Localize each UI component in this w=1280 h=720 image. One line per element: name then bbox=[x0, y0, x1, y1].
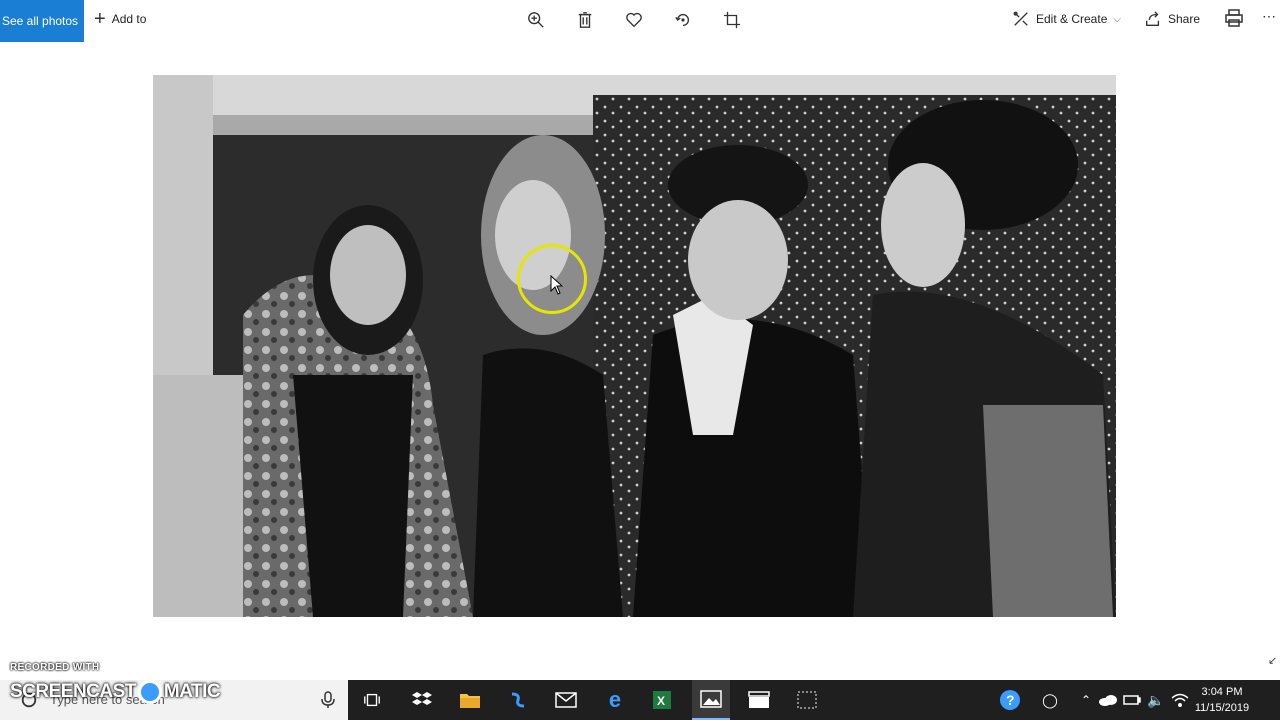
see-all-photos-button[interactable]: See all photos bbox=[0, 0, 84, 42]
rotate-icon[interactable] bbox=[671, 8, 695, 32]
people-icon[interactable]: ◯ bbox=[1038, 688, 1062, 712]
photo-canvas bbox=[153, 75, 1116, 617]
wifi-icon[interactable] bbox=[1168, 688, 1192, 712]
share-label: Share bbox=[1168, 12, 1201, 26]
svg-text:?: ? bbox=[1006, 692, 1015, 708]
share-icon bbox=[1146, 11, 1160, 26]
see-all-photos-label: See all photos bbox=[2, 14, 79, 28]
watermark-logo-icon bbox=[137, 680, 162, 704]
share-button[interactable]: Share bbox=[1144, 0, 1200, 38]
photos-app-window: See all photos + Add to Edit & Create ⌵ bbox=[0, 0, 1280, 680]
delete-icon[interactable] bbox=[573, 8, 597, 32]
dropbox-icon[interactable] bbox=[410, 688, 434, 712]
taskbar-clock[interactable]: 3:04 PM 11/15/2019 bbox=[1190, 684, 1254, 716]
edit-create-label: Edit & Create bbox=[1036, 12, 1108, 26]
photo-viewer-image bbox=[153, 75, 1116, 617]
edge-browser-icon[interactable]: e bbox=[603, 687, 627, 712]
heart-icon[interactable] bbox=[622, 8, 646, 32]
more-icon[interactable]: ⋯ bbox=[1262, 8, 1278, 30]
screencast-watermark: RECORDED WITH SCREENCAST MATIC bbox=[10, 662, 230, 710]
resize-arrow-icon: ↙ bbox=[1268, 655, 1278, 667]
task-view-icon[interactable] bbox=[360, 688, 384, 712]
volume-icon[interactable]: 🔈 bbox=[1144, 688, 1168, 712]
mail-icon[interactable] bbox=[554, 688, 578, 712]
chevron-up-icon[interactable]: ⌃ bbox=[1074, 688, 1098, 712]
zoom-in-icon[interactable] bbox=[524, 8, 548, 32]
clock-time: 3:04 PM bbox=[1201, 686, 1243, 698]
snipping-tool-icon[interactable] bbox=[795, 688, 819, 712]
cloud-icon[interactable] bbox=[1096, 688, 1120, 712]
edit-create-button[interactable]: Edit & Create ⌵ bbox=[1012, 0, 1121, 38]
battery-icon[interactable] bbox=[1120, 688, 1144, 712]
add-to-button[interactable]: + Add to bbox=[94, 0, 146, 38]
swift-app-icon[interactable] bbox=[506, 688, 530, 712]
photos-app-icon[interactable] bbox=[692, 680, 730, 720]
clock-date: 11/15/2019 bbox=[1194, 702, 1250, 714]
plus-icon: + bbox=[94, 8, 106, 30]
print-icon[interactable] bbox=[1224, 8, 1246, 30]
mouse-cursor-icon bbox=[550, 275, 564, 295]
help-icon[interactable]: ? bbox=[998, 688, 1022, 712]
photos-toolbar: See all photos + Add to Edit & Create ⌵ bbox=[0, 0, 1280, 42]
chevron-down-icon: ⌵ bbox=[1113, 13, 1121, 25]
edit-create-icon bbox=[1013, 11, 1028, 26]
watermark-brand: SCREENCAST MATIC bbox=[10, 680, 221, 704]
watermark-recorded-with: RECORDED WITH bbox=[10, 662, 100, 673]
file-explorer-icon[interactable] bbox=[458, 688, 482, 712]
crop-icon[interactable] bbox=[720, 8, 744, 32]
svg-text:X: X bbox=[657, 694, 665, 708]
video-editor-icon[interactable] bbox=[747, 688, 771, 712]
microphone-icon[interactable] bbox=[320, 691, 336, 709]
add-to-label: Add to bbox=[111, 12, 147, 26]
watermark-brand-part2: MATIC bbox=[163, 681, 221, 703]
excel-icon[interactable]: X bbox=[650, 688, 674, 712]
watermark-brand-part1: SCREENCAST bbox=[10, 681, 136, 703]
